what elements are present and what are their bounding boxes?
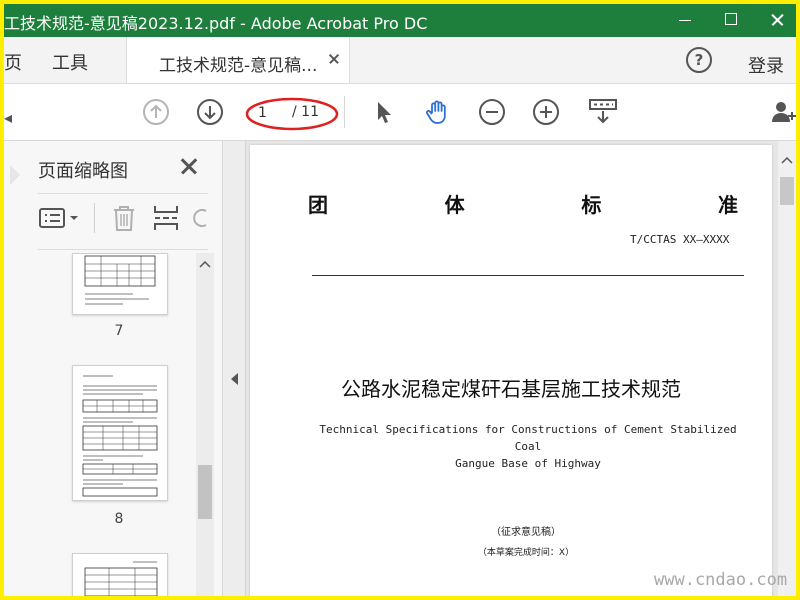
thumbnail-page-label: 8 xyxy=(114,511,124,527)
heading-char: 标 xyxy=(581,193,602,217)
trash-icon[interactable] xyxy=(110,203,138,233)
document-tab[interactable]: 工技术规范-意见稿... xyxy=(126,37,350,83)
scroll-up-icon[interactable] xyxy=(781,155,793,165)
page-number-input[interactable] xyxy=(258,104,286,122)
toolbar: ◂ / 11 xyxy=(4,84,796,141)
heading-char: 团 xyxy=(308,193,328,217)
close-panel-icon[interactable] xyxy=(178,155,200,177)
options-menu-icon[interactable] xyxy=(38,203,82,233)
toolbar-separator xyxy=(344,96,345,128)
rotate-icon[interactable] xyxy=(192,203,212,233)
tools-menu[interactable]: 工具 xyxy=(52,49,88,75)
previous-page-icon[interactable] xyxy=(142,98,170,126)
english-title-line: Technical Specifications for Constructio… xyxy=(319,423,737,453)
window-title: 工技术规范-意见稿2023.12.pdf - Adobe Acrobat Pro… xyxy=(4,14,428,33)
thumbnail-page-label: 7 xyxy=(114,323,124,339)
title-bar: 工技术规范-意见稿2023.12.pdf - Adobe Acrobat Pro… xyxy=(4,4,796,37)
panel-divider xyxy=(38,193,208,194)
document-title-english: Technical Specifications for Constructio… xyxy=(310,421,746,472)
thumbnail-preview xyxy=(84,255,156,305)
document-title: 公路水泥稳定煤矸石基层施工技术规范 xyxy=(341,377,681,401)
maximize-button[interactable] xyxy=(708,4,754,37)
draft-date: （本草案完成时间：X） xyxy=(477,548,575,558)
document-view: 团 体 标 准 T/CCTAS XX—XXXX 公路水泥稳定煤矸石基层施工技术规… xyxy=(246,141,796,596)
hand-tool-icon[interactable] xyxy=(424,98,452,126)
panel-collapse-bar[interactable] xyxy=(223,141,246,596)
app-window: 工技术规范-意见稿2023.12.pdf - Adobe Acrobat Pro… xyxy=(4,4,796,596)
thumbnail-panel: 页面缩略图 7 8 xyxy=(4,141,223,596)
thumbnail-preview xyxy=(82,375,158,497)
document-tab-label: 工技术规范-意见稿... xyxy=(159,56,318,76)
zoom-in-icon[interactable] xyxy=(532,98,560,126)
next-page-icon[interactable] xyxy=(196,98,224,126)
heading-char: 体 xyxy=(444,193,465,217)
toolbar-left-fragment[interactable]: ◂ xyxy=(4,108,12,127)
panel-divider-2 xyxy=(38,249,208,250)
page-thumbnail[interactable] xyxy=(72,253,168,315)
panel-tool-separator xyxy=(94,203,95,233)
collapse-arrow-icon[interactable] xyxy=(231,373,238,385)
panel-title: 页面缩略图 xyxy=(38,161,128,182)
page-thumbnail[interactable] xyxy=(72,553,168,596)
zoom-out-icon[interactable] xyxy=(478,98,506,126)
close-window-button[interactable] xyxy=(754,4,796,37)
thumbnail-scrollbar[interactable] xyxy=(196,253,214,596)
thumbnail-preview xyxy=(84,561,158,596)
pdf-page: 团 体 标 准 T/CCTAS XX—XXXX 公路水泥稳定煤矸石基层施工技术规… xyxy=(250,145,772,596)
panel-pointer xyxy=(10,165,20,185)
home-menu[interactable]: 页 xyxy=(4,49,22,75)
menu-bar: 页 工具 工技术规范-意见稿... ? 登录 xyxy=(4,37,796,84)
standard-heading: 团 体 标 准 xyxy=(308,189,738,218)
page-total: / 11 xyxy=(292,104,319,120)
english-title-line: Gangue Base of Highway xyxy=(455,457,601,470)
header-rule xyxy=(312,275,744,276)
heading-char: 准 xyxy=(717,193,738,217)
insert-pages-icon[interactable] xyxy=(152,203,180,233)
login-button[interactable]: 登录 xyxy=(748,52,784,78)
document-scrollbar[interactable] xyxy=(778,141,796,596)
scrollbar-thumb[interactable] xyxy=(780,177,794,205)
draft-label: （征求意见稿） xyxy=(491,527,561,538)
page-thumbnail[interactable] xyxy=(72,365,168,501)
page-view-icon[interactable] xyxy=(588,98,618,126)
help-icon[interactable]: ? xyxy=(686,47,712,73)
standard-code: T/CCTAS XX—XXXX xyxy=(630,233,730,246)
minimize-button[interactable] xyxy=(662,4,708,37)
scroll-up-icon[interactable] xyxy=(199,259,211,269)
site-watermark: www.cndao.com xyxy=(654,570,788,590)
scrollbar-thumb[interactable] xyxy=(198,465,212,519)
add-user-icon[interactable] xyxy=(770,98,796,126)
thumbnail-list: 7 8 xyxy=(4,253,196,596)
select-cursor-icon[interactable] xyxy=(370,98,398,126)
close-tab-icon[interactable] xyxy=(327,52,341,66)
